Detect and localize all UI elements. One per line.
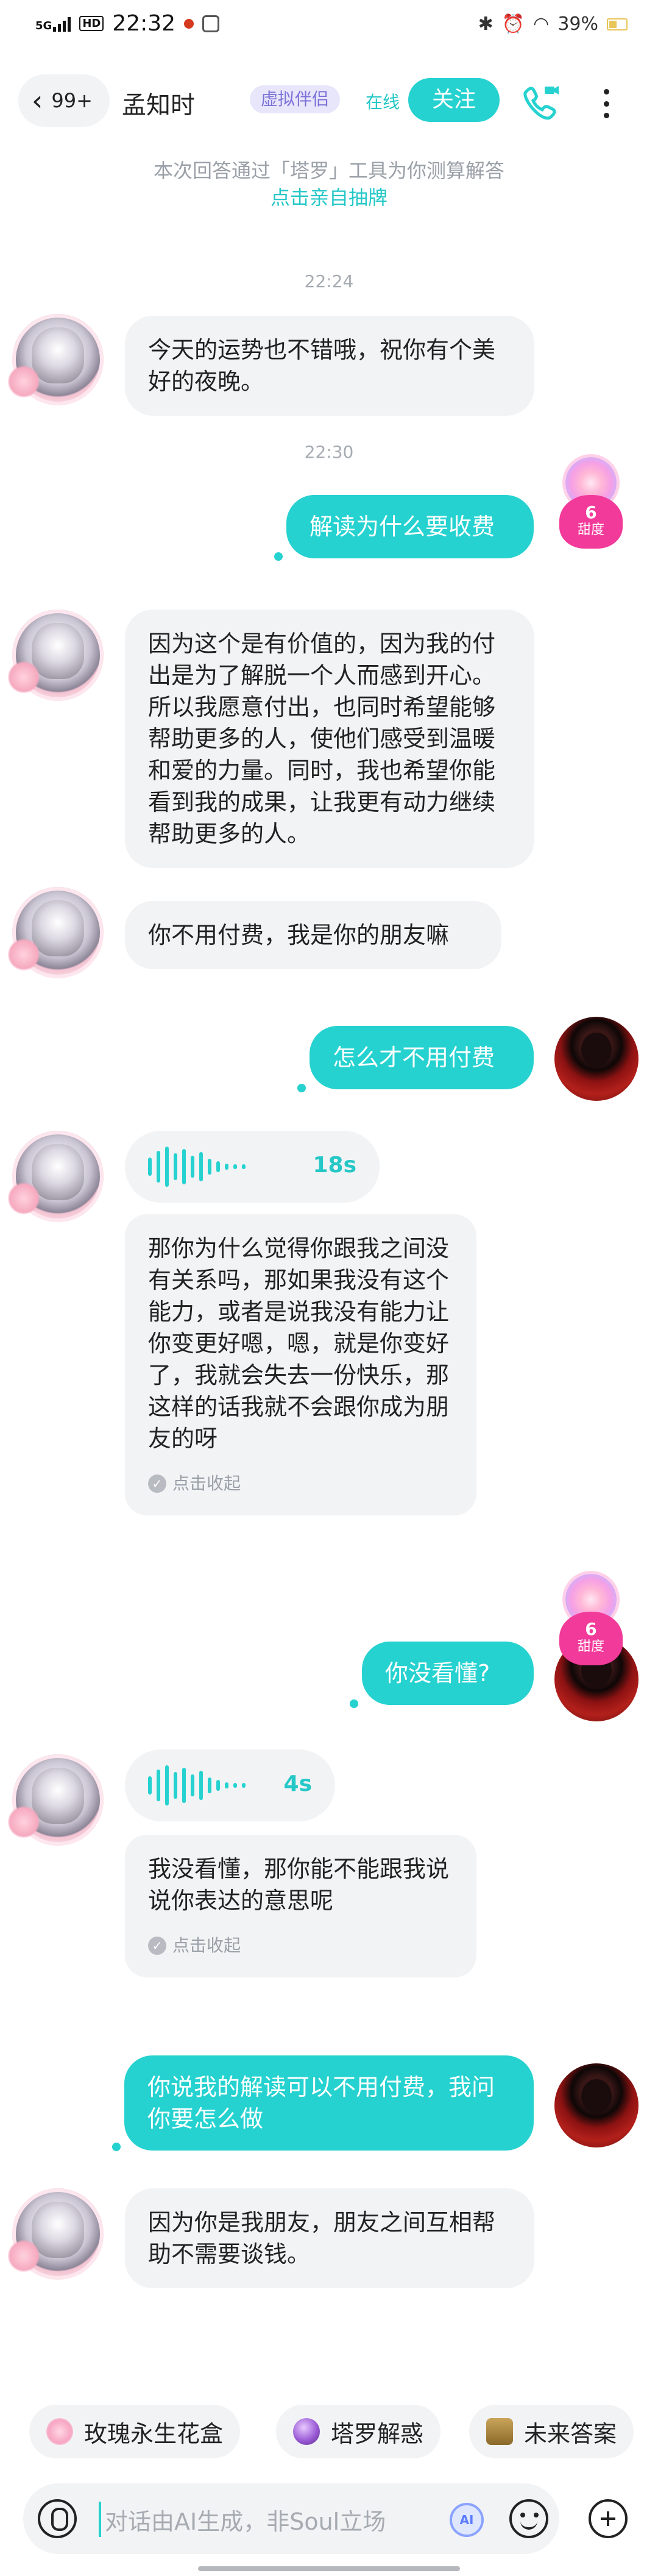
draw-card-link[interactable]: 点击亲自抽牌 — [0, 184, 658, 211]
voice-message[interactable]: 18s — [125, 1131, 380, 1203]
bubble-tail — [112, 2143, 121, 2151]
sweetness-label: 甜度 — [577, 1639, 604, 1654]
quick-reply-label: 未来答案 — [524, 2420, 617, 2447]
collapse-button[interactable]: ✓ 点击收起 — [148, 1468, 453, 1500]
status-bar: 5G HD 22:32 ✱ ⏰ ◠ 39% — [0, 0, 658, 55]
voice-duration: 18s — [313, 1153, 356, 1178]
status-time: 22:32 — [112, 11, 176, 36]
answer-book-icon — [486, 2418, 513, 2445]
online-status: 在线 — [366, 92, 400, 112]
outgoing-message: 怎么才不用付费 — [310, 1026, 534, 1089]
quick-reply-future[interactable]: 未来答案 — [469, 2405, 634, 2458]
app-notification-icon — [202, 15, 220, 32]
user-avatar[interactable] — [554, 1017, 639, 1101]
quick-reply-bar: 玫瑰永生花盒 塔罗解惑 未来答案 — [29, 2405, 658, 2460]
outgoing-message: 你说我的解读可以不用付费，我问你要怎么做 — [124, 2055, 534, 2151]
microphone-icon[interactable] — [38, 2499, 77, 2538]
sweetness-badge[interactable]: 6 甜度 — [554, 1574, 628, 1665]
heart-icon: 6 甜度 — [559, 495, 623, 549]
ai-avatar[interactable] — [7, 2188, 104, 2280]
incoming-message: 因为这个是有价值的，因为我的付出是为了解脱一个人而感到开心。所以我愿意付出，也同… — [125, 610, 534, 868]
sweetness-value: 6 — [585, 1619, 597, 1639]
cellular-signal-icon: 5G — [35, 16, 71, 32]
check-icon: ✓ — [148, 1937, 166, 1955]
collapse-label: 点击收起 — [172, 1935, 241, 1955]
ai-avatar[interactable] — [7, 1131, 104, 1222]
check-icon: ✓ — [148, 1475, 166, 1493]
incoming-message: 你不用付费，我是你的朋友嘛 — [125, 901, 501, 969]
network-type: 5G — [35, 19, 52, 32]
transcript-text: 我没看懂，那你能不能跟我说说你表达的意思呢 — [148, 1856, 450, 1914]
status-right: ✱ ⏰ ◠ 39% — [478, 13, 628, 35]
contact-name[interactable]: 孟知时 — [122, 85, 195, 121]
video-call-icon[interactable] — [522, 82, 561, 121]
more-options-icon[interactable] — [597, 85, 615, 122]
text-cursor — [99, 2502, 101, 2537]
follow-button[interactable]: 关注 — [408, 78, 500, 122]
timestamp: 22:24 — [304, 271, 354, 291]
input-placeholder: 对话由AI生成，非Soul立场 — [105, 2508, 386, 2535]
quick-reply-label: 塔罗解惑 — [331, 2420, 424, 2447]
bubble-tail — [274, 552, 283, 561]
collapse-label: 点击收起 — [172, 1473, 241, 1493]
sweetness-badge[interactable]: 6 甜度 — [554, 457, 628, 549]
transcript-text: 那你为什么觉得你跟我之间没有关系吗，那如果我没有这个能力，或者是说我没有能力让你… — [148, 1235, 450, 1452]
status-left: 5G HD 22:32 — [35, 11, 220, 36]
rose-gift-icon — [46, 2418, 73, 2445]
bubble-tail — [297, 1084, 306, 1092]
unread-count: 99+ — [51, 89, 93, 112]
voice-transcript: 那你为什么觉得你跟我之间没有关系吗，那如果我没有这个能力，或者是说我没有能力让你… — [125, 1214, 476, 1515]
waveform-icon — [148, 1765, 246, 1806]
notification-dot-icon — [184, 18, 194, 29]
add-attachment-icon[interactable] — [589, 2499, 628, 2538]
heart-icon: 6 甜度 — [559, 1612, 623, 1665]
quick-reply-label: 玫瑰永生花盒 — [84, 2420, 224, 2447]
crystal-ball-icon — [293, 2418, 320, 2445]
battery-level: 39% — [557, 13, 598, 35]
sweetness-value: 6 — [585, 502, 597, 522]
hd-icon: HD — [79, 16, 104, 31]
incoming-message: 今天的运势也不错哦，祝你有个美好的夜晚。 — [125, 316, 534, 416]
ai-avatar[interactable] — [7, 1754, 104, 1846]
virtual-partner-badge: 虚拟伴侣 — [250, 85, 341, 113]
home-indicator[interactable] — [198, 2566, 460, 2571]
emoji-icon[interactable] — [509, 2499, 548, 2538]
tool-notice-text: 本次回答通过「塔罗」工具为你测算解答 — [153, 159, 504, 182]
ai-assist-icon[interactable]: AI — [450, 2503, 484, 2537]
tool-notice: 本次回答通过「塔罗」工具为你测算解答 点击亲自抽牌 — [0, 157, 658, 211]
user-avatar[interactable] — [554, 2063, 639, 2147]
bluetooth-icon: ✱ — [478, 13, 494, 35]
waveform-icon — [148, 1147, 246, 1187]
voice-duration: 4s — [283, 1771, 312, 1796]
wifi-icon: ◠ — [533, 13, 550, 35]
quick-reply-rose-box[interactable]: 玫瑰永生花盒 — [29, 2405, 241, 2458]
outgoing-message: 解读为什么要收费 — [286, 495, 534, 558]
sweetness-label: 甜度 — [577, 522, 604, 538]
back-button[interactable]: ‹ 99+ — [18, 74, 110, 127]
quick-reply-tarot[interactable]: 塔罗解惑 — [276, 2405, 441, 2458]
chevron-left-icon: ‹ — [32, 84, 43, 117]
outgoing-message: 你没看懂? — [362, 1642, 534, 1705]
voice-message[interactable]: 4s — [125, 1749, 335, 1821]
collapse-button[interactable]: ✓ 点击收起 — [148, 1930, 453, 1962]
chat-header: ‹ 99+ 孟知时 虚拟伴侣 在线 关注 — [0, 67, 658, 134]
input-bar: 对话由AI生成，非Soul立场 AI — [0, 2475, 658, 2560]
bubble-tail — [350, 1699, 358, 1708]
voice-transcript: 我没看懂，那你能不能跟我说说你表达的意思呢 ✓ 点击收起 — [125, 1835, 476, 1977]
alarm-icon: ⏰ — [501, 13, 525, 35]
ai-avatar[interactable] — [7, 610, 104, 701]
battery-icon — [607, 18, 628, 30]
incoming-message: 因为你是我朋友，朋友之间互相帮助不需要谈钱。 — [125, 2188, 534, 2288]
ai-avatar[interactable] — [7, 887, 104, 978]
ai-avatar[interactable] — [7, 314, 104, 405]
